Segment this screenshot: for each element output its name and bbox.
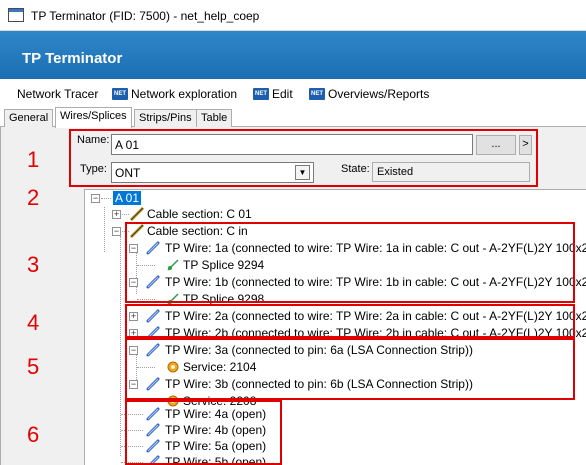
- tree-node-tp-splice[interactable]: TP Splice 9294: [183, 257, 264, 273]
- menu-label: Edit: [272, 87, 293, 101]
- tp-wire-icon: [146, 275, 160, 289]
- tree-guide: [120, 236, 121, 456]
- tp-wire-icon: [146, 407, 160, 421]
- tree-node-cable-section[interactable]: Cable section: C 01: [147, 206, 252, 222]
- tree-connector: [101, 198, 111, 199]
- tree-node-tp-wire[interactable]: TP Wire: 4a (open): [165, 406, 266, 422]
- tree-node-tp-wire[interactable]: TP Wire: 3a (connected to pin: 6a (LSA C…: [165, 342, 473, 358]
- chevron-down-icon[interactable]: ▼: [295, 165, 310, 180]
- service-icon: [167, 361, 179, 373]
- window-title: TP Terminator (FID: 7500) - net_help_coe…: [31, 9, 260, 23]
- menu-network-exploration[interactable]: NET Network exploration: [112, 87, 237, 101]
- cable-section-icon: [129, 206, 145, 222]
- collapse-toggle[interactable]: −: [112, 227, 121, 236]
- tree-root-label: A 01: [113, 191, 142, 205]
- type-value: ONT: [115, 166, 141, 180]
- tree-node-tp-wire[interactable]: TP Wire: 3b (connected to pin: 6b (LSA C…: [165, 376, 473, 392]
- annotation-number-6: 6: [27, 422, 40, 447]
- tab-bar: General Wires/Splices Strips/Pins Table: [0, 107, 586, 128]
- annotation-number-4: 4: [27, 310, 40, 335]
- tree-guide: [104, 207, 105, 252]
- tree-connector: [122, 214, 129, 215]
- tab-wires-splices[interactable]: Wires/Splices: [55, 107, 132, 128]
- collapse-toggle[interactable]: −: [129, 346, 138, 355]
- tree-connector: [121, 446, 143, 447]
- go-button[interactable]: >: [519, 135, 532, 155]
- tree-node-cable-section[interactable]: Cable section: C in: [147, 223, 248, 239]
- wire-tree[interactable]: − A 01 + Cable section: C 01 − Cable sec…: [84, 189, 586, 465]
- tree-node-tp-wire[interactable]: TP Wire: 4b (open): [165, 422, 266, 438]
- banner-title: TP Terminator: [22, 50, 123, 67]
- cable-section-icon: [129, 223, 145, 239]
- window-titlebar: TP Terminator (FID: 7500) - net_help_coe…: [0, 0, 586, 31]
- collapse-toggle[interactable]: −: [129, 278, 138, 287]
- tab-table[interactable]: Table: [196, 109, 233, 127]
- tp-wire-icon: [146, 241, 160, 255]
- annotation-number-1: 1: [27, 147, 40, 172]
- annotation-number-5: 5: [27, 354, 40, 379]
- app-window-icon: [8, 8, 24, 22]
- tree-node-tp-splice[interactable]: TP Splice 9298: [183, 291, 264, 307]
- tree-root[interactable]: A 01: [113, 190, 142, 206]
- net-icon: NET: [112, 88, 128, 100]
- tree-connector: [137, 367, 155, 368]
- tp-wire-icon: [147, 455, 160, 465]
- menu-network-tracer[interactable]: Network Tracer: [17, 87, 98, 101]
- browse-button[interactable]: ...: [476, 135, 516, 155]
- tab-strips-pins[interactable]: Strips/Pins: [134, 109, 197, 127]
- menu-label: Overviews/Reports: [328, 87, 430, 101]
- header-banner: TP Terminator: [0, 31, 586, 79]
- tree-connector: [121, 414, 143, 415]
- tp-wire-icon: [146, 439, 160, 453]
- tree-node-tp-wire[interactable]: TP Wire: 1b (connected to wire: TP Wire:…: [165, 274, 586, 290]
- name-field[interactable]: A 01: [111, 134, 473, 155]
- tp-splice-icon: [167, 259, 179, 271]
- tree-node-tp-wire[interactable]: TP Wire: 1a (connected to wire: TP Wire:…: [165, 240, 586, 256]
- state-label: State:: [341, 163, 370, 175]
- tree-connector: [137, 401, 155, 402]
- tree-connector: [121, 462, 143, 463]
- collapse-toggle[interactable]: −: [129, 244, 138, 253]
- type-label: Type:: [80, 163, 107, 175]
- menu-overviews-reports[interactable]: NET Overviews/Reports: [309, 87, 429, 101]
- tp-wire-icon: [146, 326, 160, 340]
- menu-label: Network Tracer: [17, 87, 99, 101]
- collapse-toggle[interactable]: −: [91, 194, 100, 203]
- type-select[interactable]: ONT ▼: [111, 162, 314, 183]
- tree-node-service[interactable]: Service: 2104: [183, 359, 256, 375]
- tab-general[interactable]: General: [4, 109, 54, 127]
- tree-connector: [121, 430, 143, 431]
- menu-label: Network exploration: [131, 87, 238, 101]
- tp-wire-icon: [146, 309, 160, 323]
- menu-bar: Network Tracer NET Network exploration N…: [0, 83, 586, 105]
- expand-toggle[interactable]: +: [129, 329, 138, 338]
- annotation-number-2: 2: [27, 185, 40, 210]
- tree-node-tp-wire[interactable]: TP Wire: 5a (open): [165, 438, 266, 454]
- tp-wire-icon: [146, 343, 160, 357]
- tree-connector: [122, 231, 129, 232]
- tree-connector: [137, 265, 155, 266]
- tree-node-tp-wire[interactable]: TP Wire: 2b (connected to wire: TP Wire:…: [165, 325, 586, 341]
- annotation-number-3: 3: [27, 252, 40, 277]
- net-icon: NET: [309, 88, 325, 100]
- tree-node-tp-wire[interactable]: TP Wire: 5b (open): [165, 454, 266, 465]
- net-icon: NET: [253, 88, 269, 100]
- expand-toggle[interactable]: +: [129, 312, 138, 321]
- menu-edit[interactable]: NET Edit: [253, 87, 293, 101]
- tree-node-tp-wire[interactable]: TP Wire: 2a (connected to wire: TP Wire:…: [165, 308, 586, 324]
- tp-splice-icon: [167, 293, 179, 305]
- tp-wire-icon: [146, 377, 160, 391]
- state-field: Existed: [372, 162, 530, 182]
- tree-guide: [136, 252, 137, 294]
- tp-wire-icon: [146, 423, 160, 437]
- collapse-toggle[interactable]: −: [129, 380, 138, 389]
- tree-connector: [137, 299, 155, 300]
- name-label: Name:: [77, 134, 110, 146]
- expand-toggle[interactable]: +: [112, 210, 121, 219]
